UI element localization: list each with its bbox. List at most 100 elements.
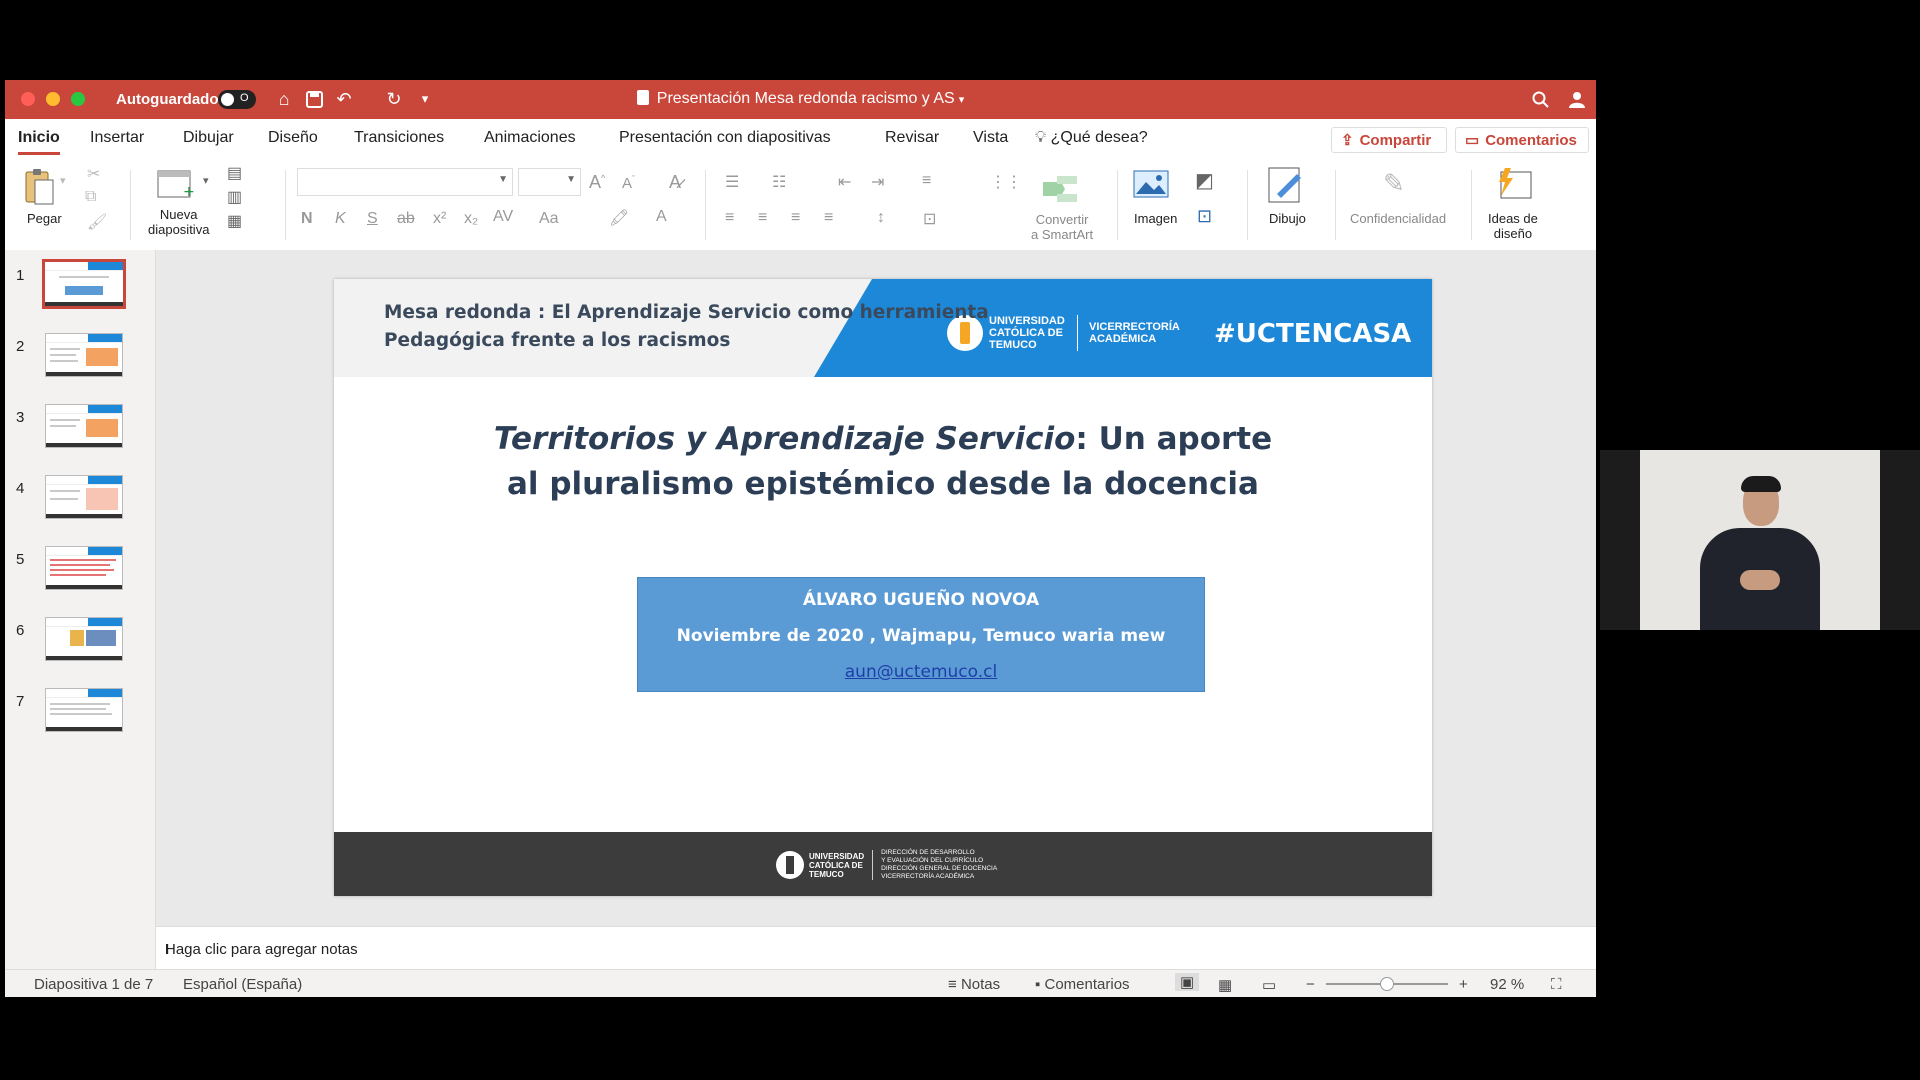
slide-thumbnail-2[interactable]	[45, 333, 123, 377]
svg-text:+: +	[183, 184, 195, 200]
tab-revisar[interactable]: Revisar	[885, 129, 939, 147]
font-size-combo[interactable]: ▼	[518, 168, 581, 196]
slide-thumbnail-3[interactable]	[45, 404, 123, 448]
comment-icon: ▪	[1035, 976, 1041, 993]
justify-icon[interactable]: ≡	[824, 209, 833, 227]
reading-view-icon[interactable]: ▭	[1262, 976, 1276, 994]
new-slide-dropdown-icon[interactable]: ▾	[203, 174, 209, 187]
zoom-level[interactable]: 92 %	[1490, 976, 1524, 993]
italic-button[interactable]: K	[335, 210, 346, 228]
tab-insertar[interactable]: Insertar	[90, 129, 144, 147]
text-cursor-icon: I	[165, 941, 170, 958]
align-text-icon[interactable]: ⊡	[923, 209, 936, 229]
logo-divider	[1077, 315, 1078, 351]
author-box[interactable]: ÁLVARO UGUEÑO NOVOA Noviembre de 2020 , …	[637, 577, 1205, 692]
title-chevron-icon[interactable]: ▾	[959, 94, 965, 106]
character-spacing-button[interactable]: AV	[493, 208, 513, 226]
highlight-icon[interactable]: 🖍︎	[609, 208, 629, 228]
drawing-icon[interactable]	[1267, 166, 1305, 210]
section-icon[interactable]: ▦	[227, 211, 242, 231]
tell-me-search[interactable]: 💡︎ ¿Qué desea?	[1035, 129, 1148, 147]
slide-thumbnail-1[interactable]	[42, 259, 126, 309]
confidentiality-icon[interactable]: ✎	[1383, 168, 1405, 199]
superscript-button[interactable]: x²	[433, 210, 446, 228]
design-ideas-icon[interactable]	[1495, 166, 1533, 208]
slide-editor-canvas[interactable]: Mesa redonda : El Aprendizaje Servicio c…	[156, 250, 1596, 926]
align-left-icon[interactable]: ≡	[725, 209, 734, 227]
text-direction-icon[interactable]: ↕	[877, 209, 885, 227]
paste-icon[interactable]	[23, 168, 57, 212]
tab-inicio[interactable]: Inicio	[18, 129, 60, 155]
notes-pane[interactable]: Haga clic para agregar notas I	[156, 926, 1596, 970]
layout-icon[interactable]: ▤	[227, 163, 242, 183]
separator	[1471, 170, 1472, 240]
slide-thumbnail-5[interactable]	[45, 546, 123, 590]
powerpoint-window: Autoguardado O ⌂ ↶ ↻ ▾ Presentación Mesa…	[5, 80, 1596, 997]
text-box-icon[interactable]: ⊡	[1197, 206, 1212, 227]
slide-thumbnail-6[interactable]	[45, 617, 123, 661]
new-slide-label-1: Nueva	[159, 207, 198, 222]
tab-dibujar[interactable]: Dibujar	[183, 129, 234, 147]
slide[interactable]: Mesa redonda : El Aprendizaje Servicio c…	[334, 279, 1432, 896]
zoom-slider-handle[interactable]	[1380, 977, 1394, 991]
slide-thumbnail-7[interactable]	[45, 688, 123, 732]
language-indicator[interactable]: Español (España)	[183, 976, 302, 993]
shrink-font-icon[interactable]: Aˇ	[622, 174, 635, 192]
numbering-icon[interactable]: ☷	[772, 172, 786, 192]
notes-label: Notas	[960, 976, 1001, 993]
slide-header-text[interactable]: Mesa redonda : El Aprendizaje Servicio c…	[384, 299, 989, 355]
slide-footer: UNIVERSIDAD CATÓLICA DE TEMUCO DIRECCIÓN…	[334, 832, 1432, 896]
bullets-icon[interactable]: ☰	[725, 172, 739, 192]
copy-icon[interactable]: ⧉	[85, 188, 96, 206]
comments-status-label: Comentarios	[1044, 976, 1130, 993]
tab-presentacion[interactable]: Presentación con diapositivas	[619, 129, 831, 147]
change-case-button[interactable]: Aa	[539, 210, 559, 228]
smartart-icon[interactable]	[1041, 174, 1079, 210]
notes-toggle[interactable]: ≡ Notas	[948, 976, 1000, 993]
tab-transiciones[interactable]: Transiciones	[354, 129, 444, 147]
line-spacing-icon[interactable]: ≡	[922, 172, 931, 190]
slide-title[interactable]: Territorios y Aprendizaje Servicio: Un a…	[334, 417, 1432, 507]
slide-sorter-icon[interactable]: ▦	[1218, 976, 1232, 994]
clear-format-icon[interactable]: A̷	[669, 172, 681, 193]
new-slide-icon[interactable]: +	[157, 168, 195, 206]
account-icon[interactable]	[1565, 87, 1589, 111]
reset-icon[interactable]: ▥	[227, 187, 242, 207]
fit-to-window-icon[interactable]: ⛶	[1551, 976, 1562, 993]
tab-animaciones[interactable]: Animaciones	[484, 129, 576, 147]
slide-thumbnail-4[interactable]	[45, 475, 123, 519]
zoom-in-icon[interactable]: +	[1459, 976, 1468, 993]
thumb-line	[59, 276, 109, 278]
comments-button[interactable]: ▭ Comentarios	[1455, 127, 1589, 153]
tab-vista[interactable]: Vista	[973, 129, 1008, 147]
decrease-indent-icon[interactable]: ⇤	[838, 172, 851, 192]
author-email-link[interactable]: aun@uctemuco.cl	[638, 654, 1204, 690]
thumb-line	[50, 360, 78, 362]
increase-indent-icon[interactable]: ⇥	[871, 172, 884, 192]
underline-button[interactable]: S	[367, 210, 378, 228]
paste-dropdown-icon[interactable]: ▾	[60, 174, 66, 187]
comments-toggle[interactable]: ▪ Comentarios	[1035, 976, 1130, 993]
grow-font-icon[interactable]: A^	[589, 172, 605, 193]
search-icon[interactable]	[1528, 87, 1552, 111]
format-painter-icon[interactable]: 🖌︎	[87, 212, 107, 232]
zoom-out-icon[interactable]: −	[1306, 976, 1315, 993]
date-place: Noviembre de 2020 , Wajmapu, Temuco wari…	[676, 626, 1166, 646]
thumb-box	[86, 488, 118, 510]
cut-icon[interactable]: ✂	[87, 164, 100, 184]
columns-icon[interactable]: ⋮⋮	[990, 172, 1022, 192]
strikethrough-button[interactable]: ab	[397, 210, 415, 228]
font-color-icon[interactable]: A	[656, 208, 667, 226]
shapes-icon[interactable]: ◩	[1195, 168, 1214, 193]
align-right-icon[interactable]: ≡	[791, 209, 800, 227]
font-family-combo[interactable]: ▼	[297, 168, 513, 196]
thumb-line	[50, 348, 80, 350]
share-button[interactable]: ⇪ Compartir	[1331, 127, 1447, 153]
image-icon[interactable]	[1133, 170, 1169, 204]
new-slide-label-2: diapositiva	[148, 222, 210, 237]
tab-diseno[interactable]: Diseño	[268, 129, 318, 147]
normal-view-icon[interactable]: ▣	[1175, 973, 1200, 991]
bold-button[interactable]: N	[301, 210, 313, 228]
subscript-button[interactable]: x₂	[464, 210, 478, 228]
align-center-icon[interactable]: ≡	[758, 209, 767, 227]
